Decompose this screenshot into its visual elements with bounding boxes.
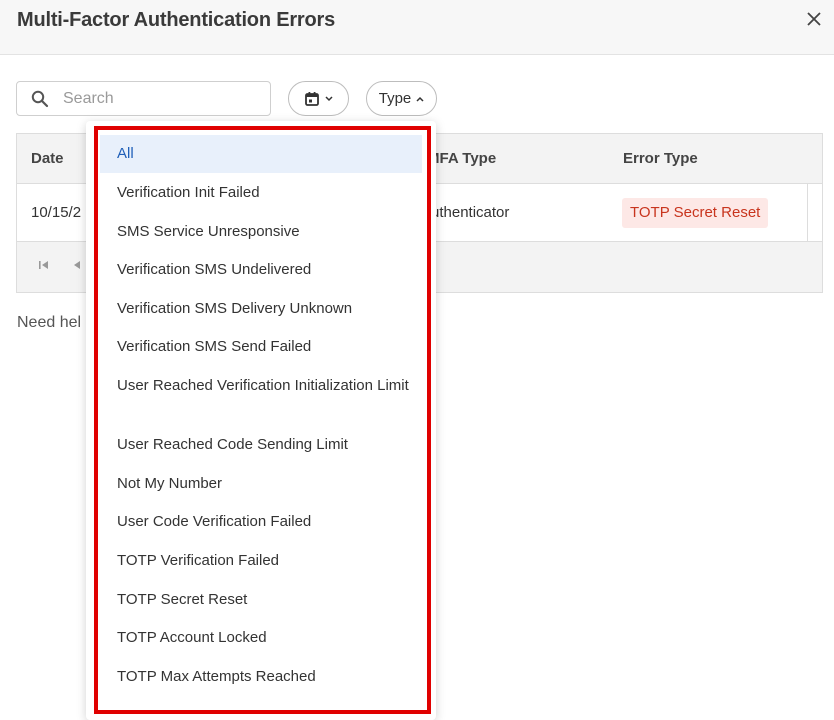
first-page-icon[interactable] (38, 259, 50, 271)
dialog-header: Multi-Factor Authentication Errors (0, 0, 834, 55)
search-icon (31, 90, 49, 108)
type-option[interactable]: TOTP Max Attempts Reached (100, 666, 422, 687)
column-header-date[interactable]: Date (31, 150, 64, 167)
type-option[interactable]: User Code Verification Failed (100, 511, 422, 532)
type-option-all[interactable]: All (100, 135, 422, 173)
search-input[interactable] (63, 83, 263, 114)
type-option[interactable]: Verification SMS Delivery Unknown (100, 298, 422, 319)
date-filter-button[interactable] (288, 81, 349, 116)
previous-page-icon[interactable] (71, 259, 83, 271)
dialog-title: Multi-Factor Authentication Errors (17, 9, 336, 31)
close-button[interactable] (804, 8, 824, 30)
error-type-badge: TOTP Secret Reset (622, 198, 769, 228)
type-option[interactable]: Verification Init Failed (100, 182, 422, 203)
chevron-up-icon (416, 96, 424, 102)
type-filter-label: Type (378, 90, 412, 107)
cell-date: 10/15/2 (31, 204, 82, 221)
type-option[interactable]: TOTP Account Locked (100, 627, 422, 648)
help-text: Need hel (17, 314, 82, 331)
type-option[interactable]: User Reached Code Sending Limit (100, 434, 422, 455)
column-header-mfa-type[interactable]: MFA Type (427, 150, 496, 167)
type-option[interactable]: Not My Number (100, 473, 422, 494)
type-option[interactable]: Verification SMS Send Failed (100, 336, 422, 357)
row-scroll-divider (807, 184, 808, 242)
type-filter-button[interactable]: Type (366, 81, 437, 116)
cell-mfa-type: uthenticator (431, 204, 510, 221)
type-option[interactable]: User Reached Verification Initialization… (100, 375, 422, 396)
type-option[interactable]: SMS Service Unresponsive (100, 221, 422, 242)
search-box[interactable] (16, 81, 271, 116)
type-dropdown-menu: All Verification Init Failed SMS Service… (86, 121, 436, 720)
type-option[interactable]: TOTP Verification Failed (100, 550, 422, 571)
type-option[interactable]: TOTP Secret Reset (100, 589, 422, 610)
calendar-icon (305, 91, 319, 106)
type-option[interactable]: Verification SMS Undelivered (100, 259, 422, 280)
close-icon (807, 12, 821, 26)
column-header-error-type[interactable]: Error Type (623, 150, 698, 167)
chevron-down-icon (325, 95, 333, 101)
